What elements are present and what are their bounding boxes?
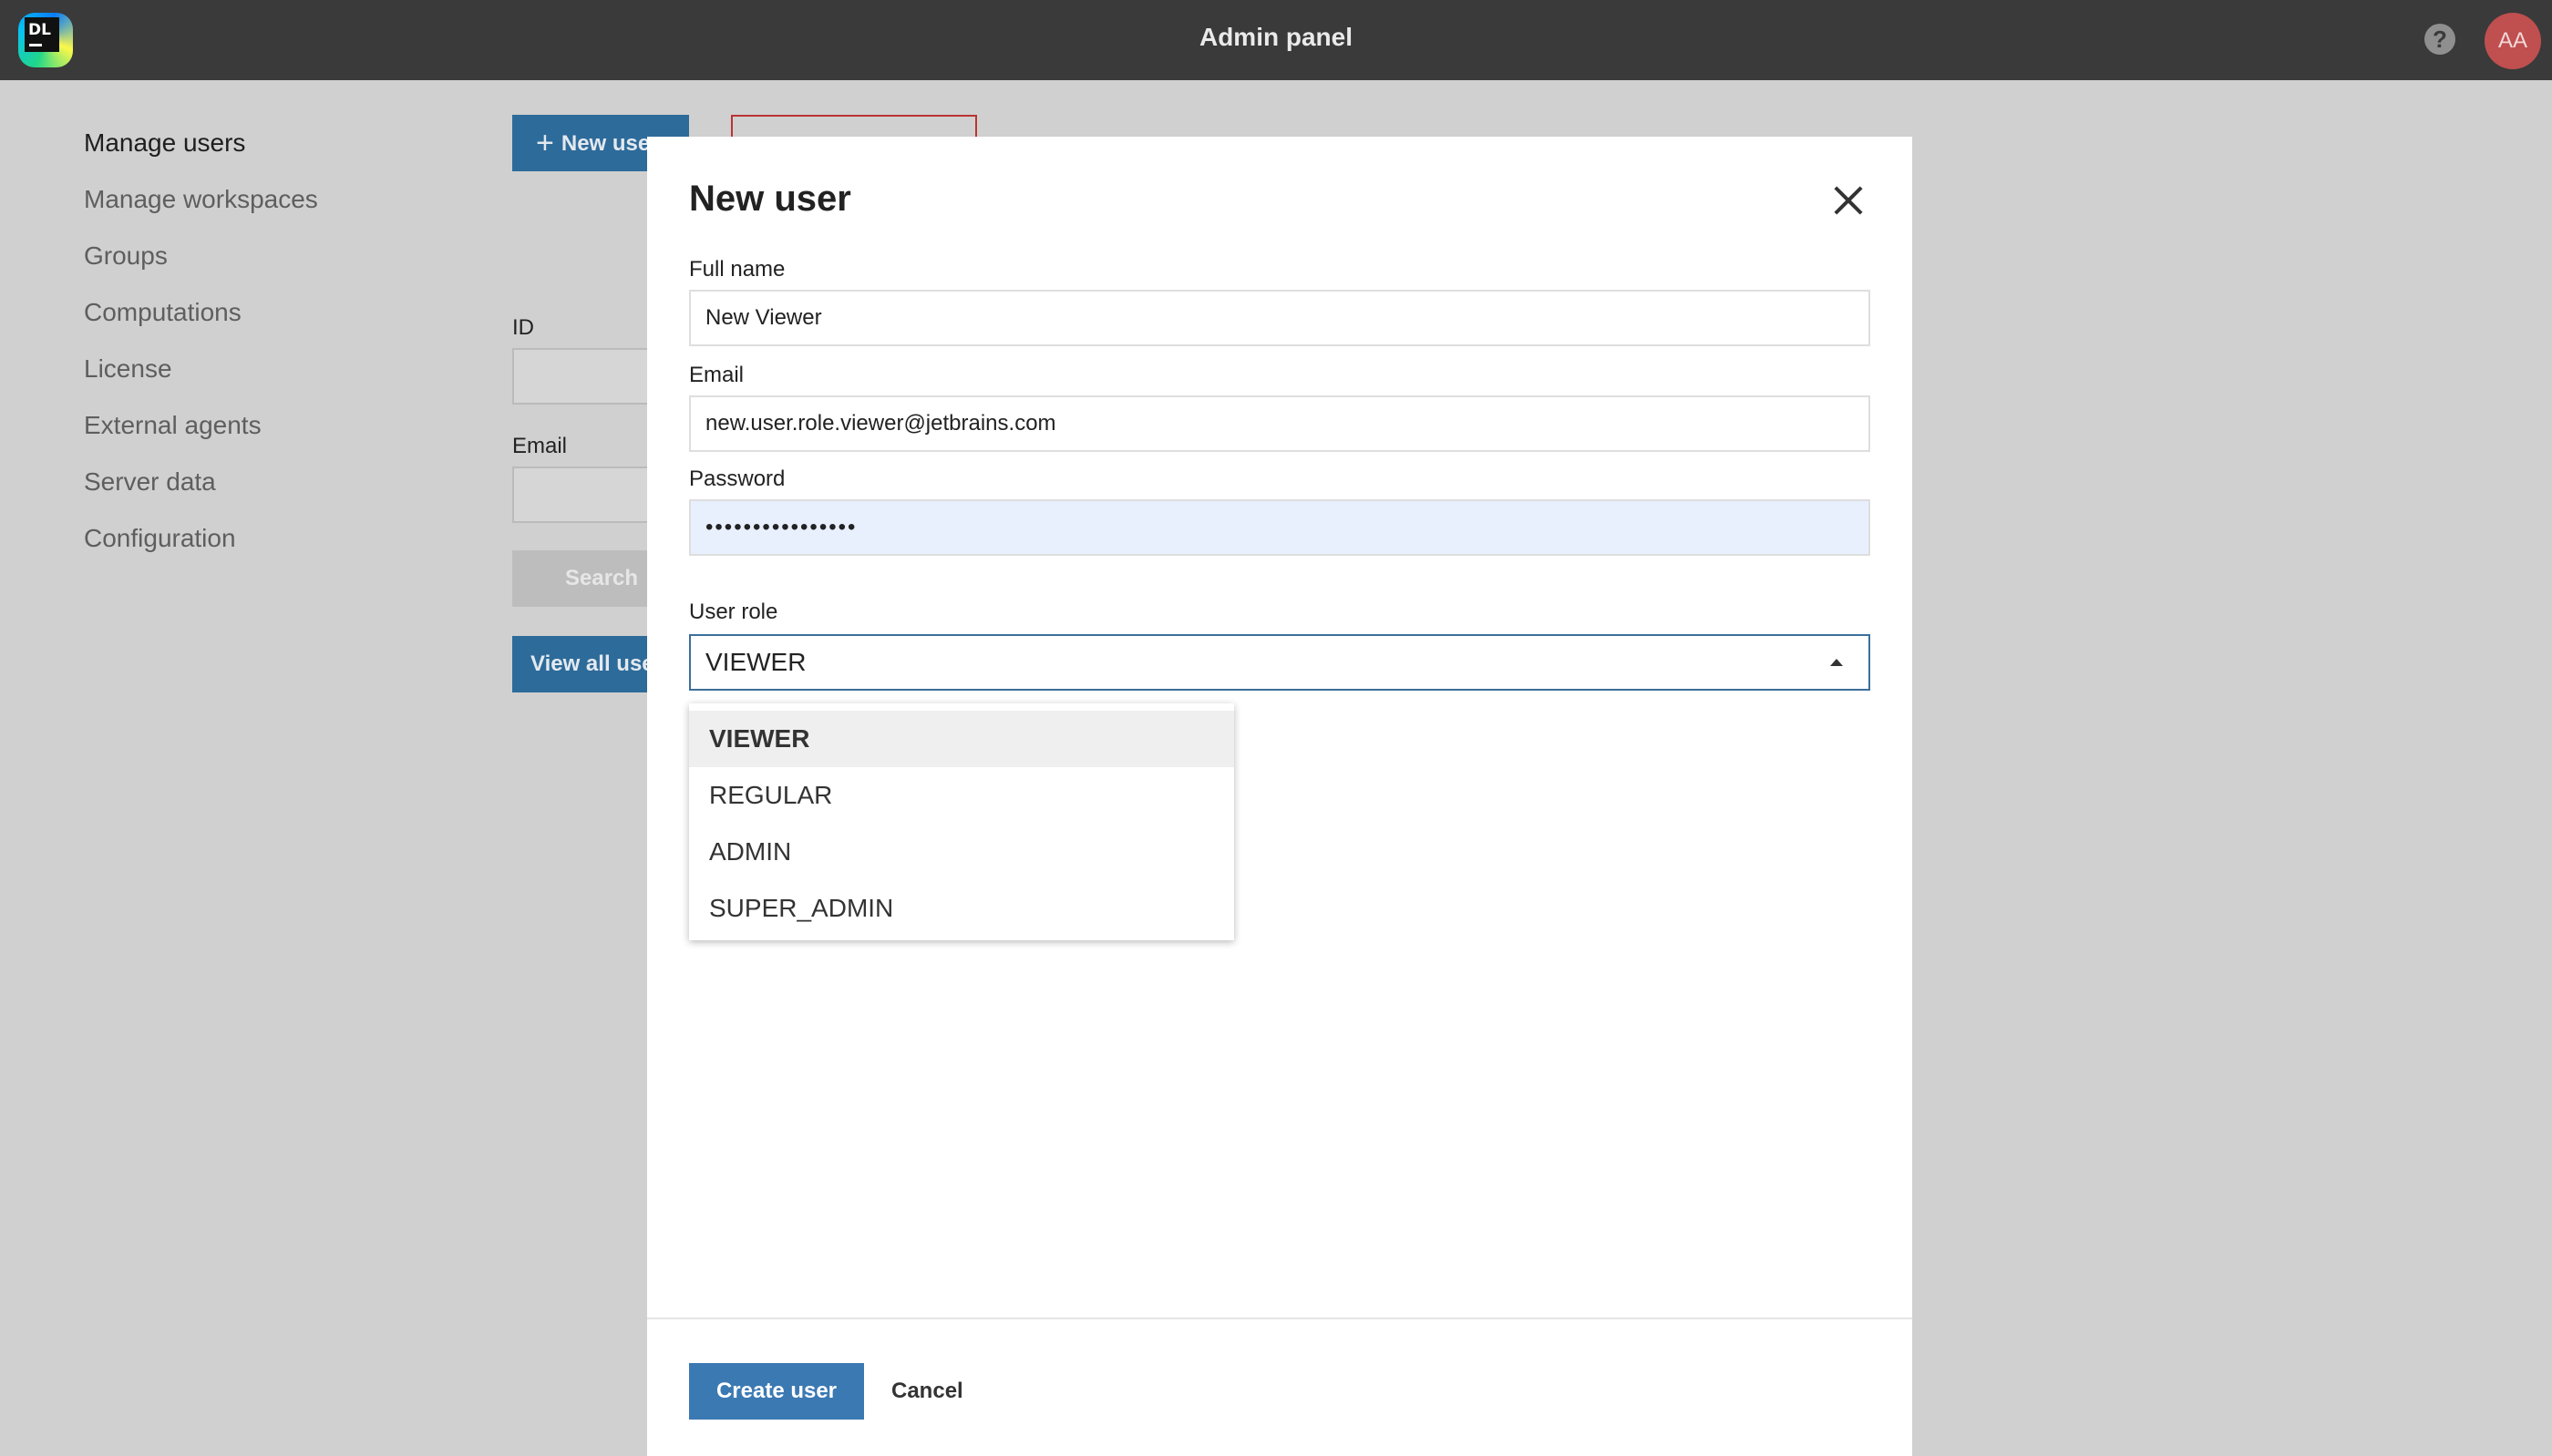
user-role-dropdown: VIEWER REGULAR ADMIN SUPER_ADMIN <box>689 703 1234 940</box>
full-name-field[interactable]: New Viewer <box>689 290 1870 346</box>
close-icon[interactable] <box>1828 180 1868 220</box>
role-option-regular[interactable]: REGULAR <box>689 767 1234 824</box>
user-role-value: VIEWER <box>705 648 807 676</box>
email-label: Email <box>689 363 745 387</box>
id-label: ID <box>512 315 534 340</box>
dialog-footer: Create user Cancel <box>647 1318 1912 1456</box>
role-option-admin[interactable]: ADMIN <box>689 824 1234 880</box>
user-role-select[interactable]: VIEWER <box>689 634 1870 691</box>
page-title: Admin panel <box>1199 23 1353 51</box>
question-mark-icon[interactable]: ? <box>2424 24 2455 55</box>
new-user-label: New user <box>561 131 659 156</box>
sidebar-item-server-data[interactable]: Server data <box>84 467 318 523</box>
sidebar-item-configuration[interactable]: Configuration <box>84 523 318 579</box>
create-user-button[interactable]: Create user <box>689 1363 864 1420</box>
dialog-title: New user <box>689 179 851 219</box>
role-option-viewer[interactable]: VIEWER <box>689 711 1234 767</box>
sidebar-item-license[interactable]: License <box>84 354 318 410</box>
sidebar-item-manage-users[interactable]: Manage users <box>84 128 318 184</box>
role-option-super-admin[interactable]: SUPER_ADMIN <box>689 880 1234 937</box>
plus-icon: + <box>536 126 554 160</box>
avatar[interactable]: AA <box>2485 13 2541 69</box>
password-label: Password <box>689 467 786 491</box>
sidebar-item-computations[interactable]: Computations <box>84 297 318 354</box>
password-field[interactable]: •••••••••••••••• <box>689 499 1870 556</box>
caret-up-icon <box>1830 659 1843 666</box>
user-role-label: User role <box>689 600 778 624</box>
top-bar: DL Admin panel ? AA <box>0 0 2552 80</box>
cancel-button[interactable]: Cancel <box>891 1363 963 1420</box>
email-field[interactable]: new.user.role.viewer@jetbrains.com <box>689 395 1870 452</box>
sidebar-item-groups[interactable]: Groups <box>84 241 318 297</box>
sidebar-item-external-agents[interactable]: External agents <box>84 410 318 467</box>
sidebar: Manage users Manage workspaces Groups Co… <box>84 128 318 579</box>
new-user-dialog: New user Full name New Viewer Email new.… <box>647 137 1912 1456</box>
email-search-label: Email <box>512 434 568 458</box>
sidebar-item-manage-workspaces[interactable]: Manage workspaces <box>84 184 318 241</box>
full-name-label: Full name <box>689 257 786 282</box>
